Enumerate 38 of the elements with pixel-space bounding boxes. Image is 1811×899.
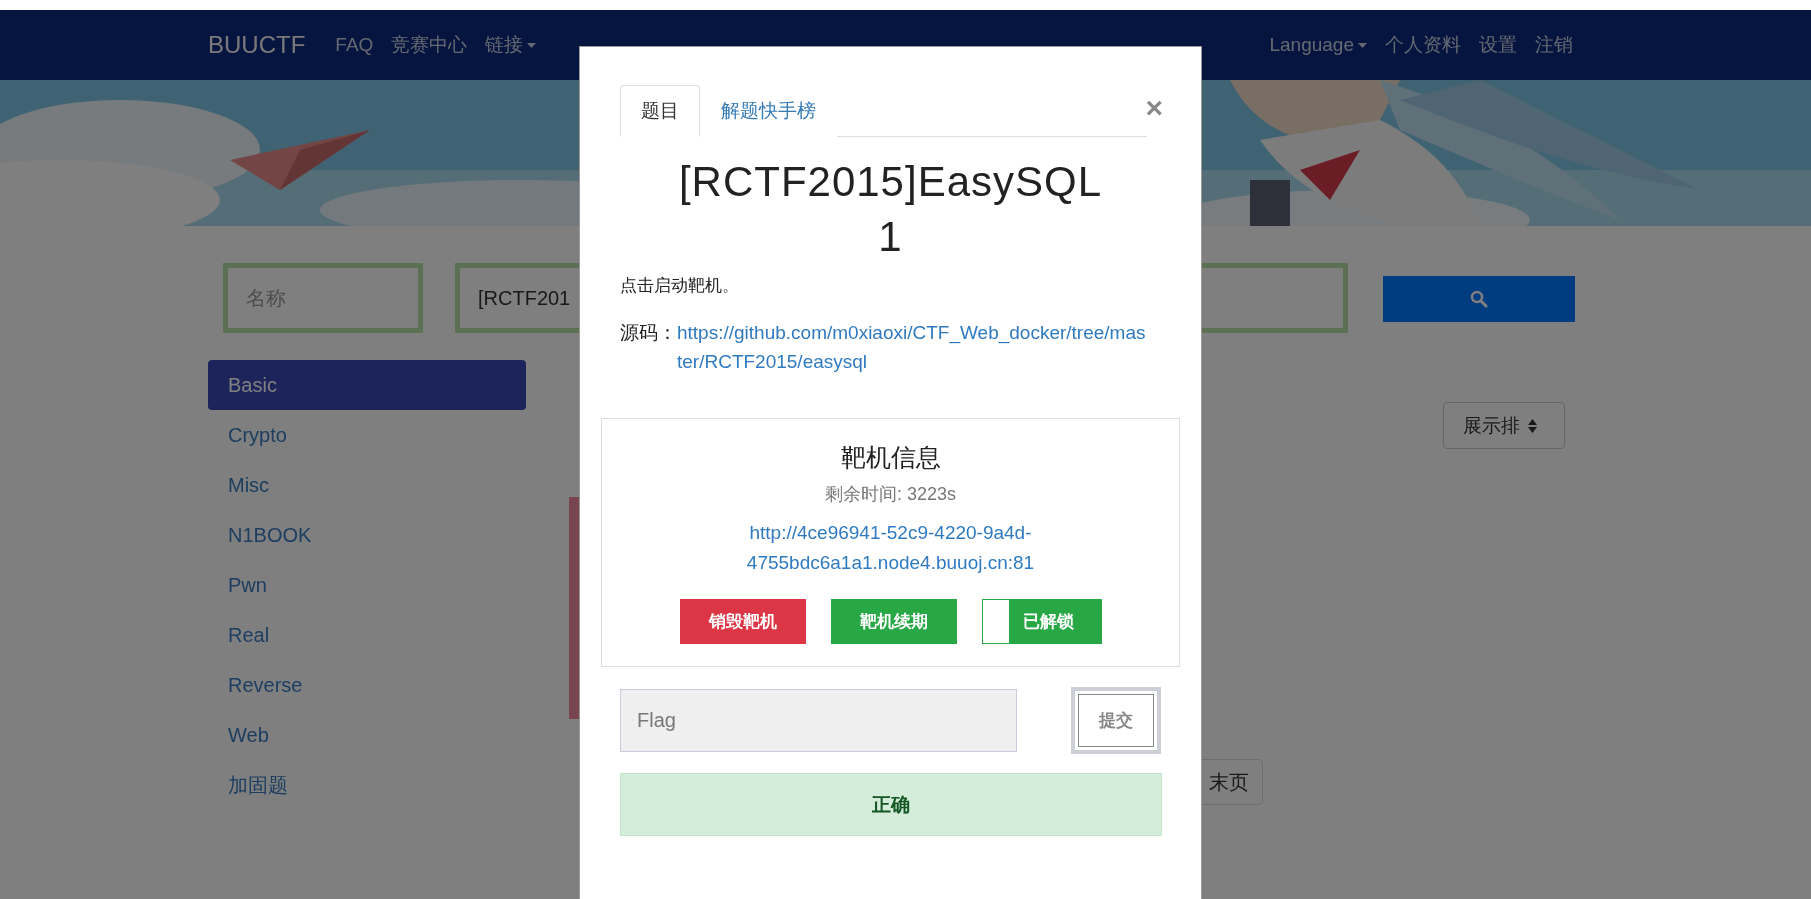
- category-item[interactable]: Basic: [208, 360, 526, 410]
- category-item[interactable]: Reverse: [208, 660, 526, 710]
- source-label: 源码：: [620, 321, 677, 346]
- target-heading: 靶机信息: [840, 442, 941, 474]
- caret-icon: [1358, 42, 1367, 48]
- source-link[interactable]: https://github.com/m0xiaoxi/CTF_Web_docker/tree/master/RCTF2015/easysql: [677, 319, 1150, 377]
- target-link[interactable]: http://4ce96941-52c9-4220-9a4d-4755bdc6a1a1.node4.buuoj.cn:81: [725, 518, 1056, 578]
- category-item[interactable]: N1BOOK: [208, 510, 526, 560]
- submit-button[interactable]: 提交: [1071, 687, 1161, 755]
- remaining-time: 剩余时间: 3223s: [824, 483, 956, 507]
- nav-link[interactable]: 链接: [485, 32, 537, 58]
- result-alert: 正确: [620, 773, 1162, 837]
- brand-logo[interactable]: BUUCTF: [208, 31, 306, 59]
- description-text: 点击启动靶机。: [620, 275, 740, 298]
- category-item[interactable]: 加固题: [208, 760, 526, 810]
- nav-link[interactable]: FAQ: [335, 34, 374, 56]
- caret-icon: [527, 42, 537, 48]
- category-item[interactable]: Pwn: [208, 560, 526, 610]
- destroy-button[interactable]: 销毁靶机: [679, 599, 806, 645]
- category-item[interactable]: Real: [208, 610, 526, 660]
- challenge-title: [RCTF2015]EasySQL 1: [677, 157, 1104, 262]
- nav-link[interactable]: 注销: [1535, 32, 1573, 58]
- flag-input[interactable]: Flag: [620, 689, 1017, 753]
- unlock-toggle[interactable]: 已解锁: [981, 599, 1102, 645]
- sort-select[interactable]: 展示排: [1443, 402, 1565, 449]
- renew-button[interactable]: 靶机续期: [830, 599, 957, 645]
- close-button[interactable]: ×: [1145, 93, 1163, 123]
- nav-link[interactable]: 竞赛中心: [391, 32, 468, 58]
- category-item[interactable]: Misc: [208, 460, 526, 510]
- sort-icon: [1528, 418, 1537, 433]
- nav-link[interactable]: 设置: [1479, 32, 1517, 58]
- category-item[interactable]: Crypto: [208, 410, 526, 460]
- search-button[interactable]: [1383, 276, 1575, 322]
- dialog-tab[interactable]: 题目: [620, 85, 700, 137]
- nav-link[interactable]: Language: [1269, 32, 1367, 58]
- search-icon: [1470, 290, 1488, 308]
- nav-link[interactable]: 个人资料: [1385, 32, 1461, 58]
- category-item[interactable]: Web: [208, 710, 526, 760]
